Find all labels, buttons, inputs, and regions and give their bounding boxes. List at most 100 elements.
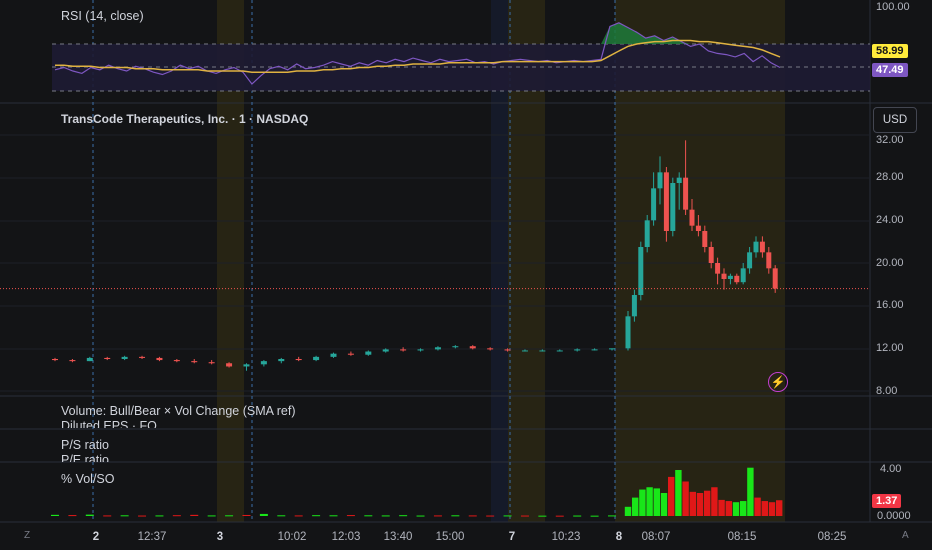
volso-bar (103, 515, 112, 517)
volso-bar (120, 515, 129, 517)
candle-body (631, 295, 637, 317)
volso-bar (632, 497, 639, 516)
time-axis-label: 12:37 (137, 531, 167, 543)
volso-bar (172, 515, 181, 517)
time-axis-label: 15:00 (435, 531, 465, 543)
time-axis-label: 3 (216, 531, 224, 543)
price-axis-16: 16.00 (876, 299, 904, 311)
volso-bar (608, 515, 616, 517)
volso-bar (711, 487, 718, 516)
candle-body (295, 359, 302, 361)
time-axis-label: 08:15 (727, 531, 757, 543)
eps-indicator-label[interactable]: Diluted EPS · FQ (61, 419, 157, 428)
candle-body (434, 347, 441, 350)
volso-bar (747, 467, 754, 516)
candle-body (747, 252, 753, 269)
volso-bar (242, 514, 251, 516)
candle-body (121, 356, 128, 359)
candle-body (365, 351, 372, 355)
candle-body (400, 349, 407, 351)
volume-indicator-label[interactable]: Volume: Bull/Bear × Vol Change (SMA ref) (61, 404, 296, 418)
candle-body (591, 349, 598, 351)
volso-bar (520, 515, 529, 517)
pe-ratio-label[interactable]: P/E ratio (61, 453, 109, 462)
volso-bar (225, 515, 234, 517)
volso-bar (294, 515, 303, 517)
volso-bar (503, 515, 512, 517)
volso-bar (555, 515, 564, 517)
price-axis-24: 24.00 (876, 214, 904, 226)
volso-bar (207, 515, 216, 517)
time-axis-label: 08:25 (817, 531, 847, 543)
candle-body (521, 350, 528, 352)
candle-body (487, 348, 494, 350)
price-axis-28: 28.00 (876, 171, 904, 183)
price-axis-12: 12.00 (876, 342, 904, 354)
volso-bar (639, 489, 646, 516)
rsi-label[interactable]: RSI (14, close) (61, 9, 144, 23)
volso-bar (138, 515, 147, 517)
candle-body (727, 275, 733, 279)
volso-bar (754, 497, 761, 516)
candle-body (676, 177, 682, 183)
time-axis-label: 10:23 (551, 531, 581, 543)
candle-body (173, 360, 180, 362)
chart-canvas[interactable] (0, 0, 932, 550)
time-axis-label: 8 (615, 531, 623, 543)
candle-body (715, 263, 721, 274)
volso-bar (155, 515, 164, 517)
volso-axis-4: 4.00 (880, 463, 902, 475)
volso-bar (732, 502, 740, 516)
volso-bar (653, 488, 660, 516)
candle-body (278, 359, 285, 362)
volso-bar (451, 515, 460, 517)
candle-body (689, 209, 695, 226)
volso-bar (761, 501, 768, 516)
rsi-value-tag: 47.49 (872, 63, 908, 77)
candle-body (539, 350, 546, 352)
candle-body (772, 268, 778, 289)
candle-body (683, 177, 689, 210)
candle-body (260, 361, 267, 365)
volso-bar (668, 476, 675, 516)
candle-body (330, 353, 337, 357)
candle-body (695, 225, 701, 231)
candle-body (651, 188, 657, 221)
time-axis-label: 2 (92, 531, 100, 543)
volso-bar (538, 515, 547, 517)
volso-bar (725, 501, 732, 516)
volso-value-tag: 1.37 (872, 494, 902, 508)
log-scale-toggle[interactable]: Z (24, 530, 30, 541)
candle-body (721, 273, 727, 279)
volso-bar (312, 515, 321, 517)
candle-body (766, 252, 772, 269)
volso-bar (675, 470, 682, 516)
candle-body (574, 349, 581, 351)
volso-bar (689, 491, 696, 516)
candle-body (156, 357, 163, 361)
candle-body (243, 364, 250, 367)
ps-ratio-label[interactable]: P/S ratio (61, 438, 109, 452)
candle-body (313, 356, 320, 361)
volso-bar (381, 515, 390, 517)
time-axis-label: 10:02 (277, 531, 307, 543)
time-axis-label: 12:03 (331, 531, 361, 543)
candle-body (609, 348, 615, 350)
candle-body (226, 363, 233, 367)
volso-bar (416, 515, 425, 517)
volso-bar (277, 515, 286, 517)
volso-bar (259, 513, 268, 516)
flash-icon[interactable]: ⚡ (768, 372, 788, 392)
currency-button[interactable]: USD (873, 107, 917, 133)
volso-bar (776, 500, 783, 516)
volso-bar (85, 514, 94, 516)
volso-label[interactable]: % Vol/SO (61, 472, 115, 486)
candle-body (708, 247, 714, 263)
price-axis-8: 8.00 (876, 385, 898, 397)
auto-scale-toggle[interactable]: A (902, 530, 909, 541)
symbol-legend[interactable]: TransCode Therapeutics, Inc. · 1 · NASDA… (61, 112, 308, 126)
candle-body (469, 346, 476, 349)
candle-body (417, 349, 424, 351)
candle-body (625, 316, 631, 349)
candle-body (52, 359, 58, 361)
